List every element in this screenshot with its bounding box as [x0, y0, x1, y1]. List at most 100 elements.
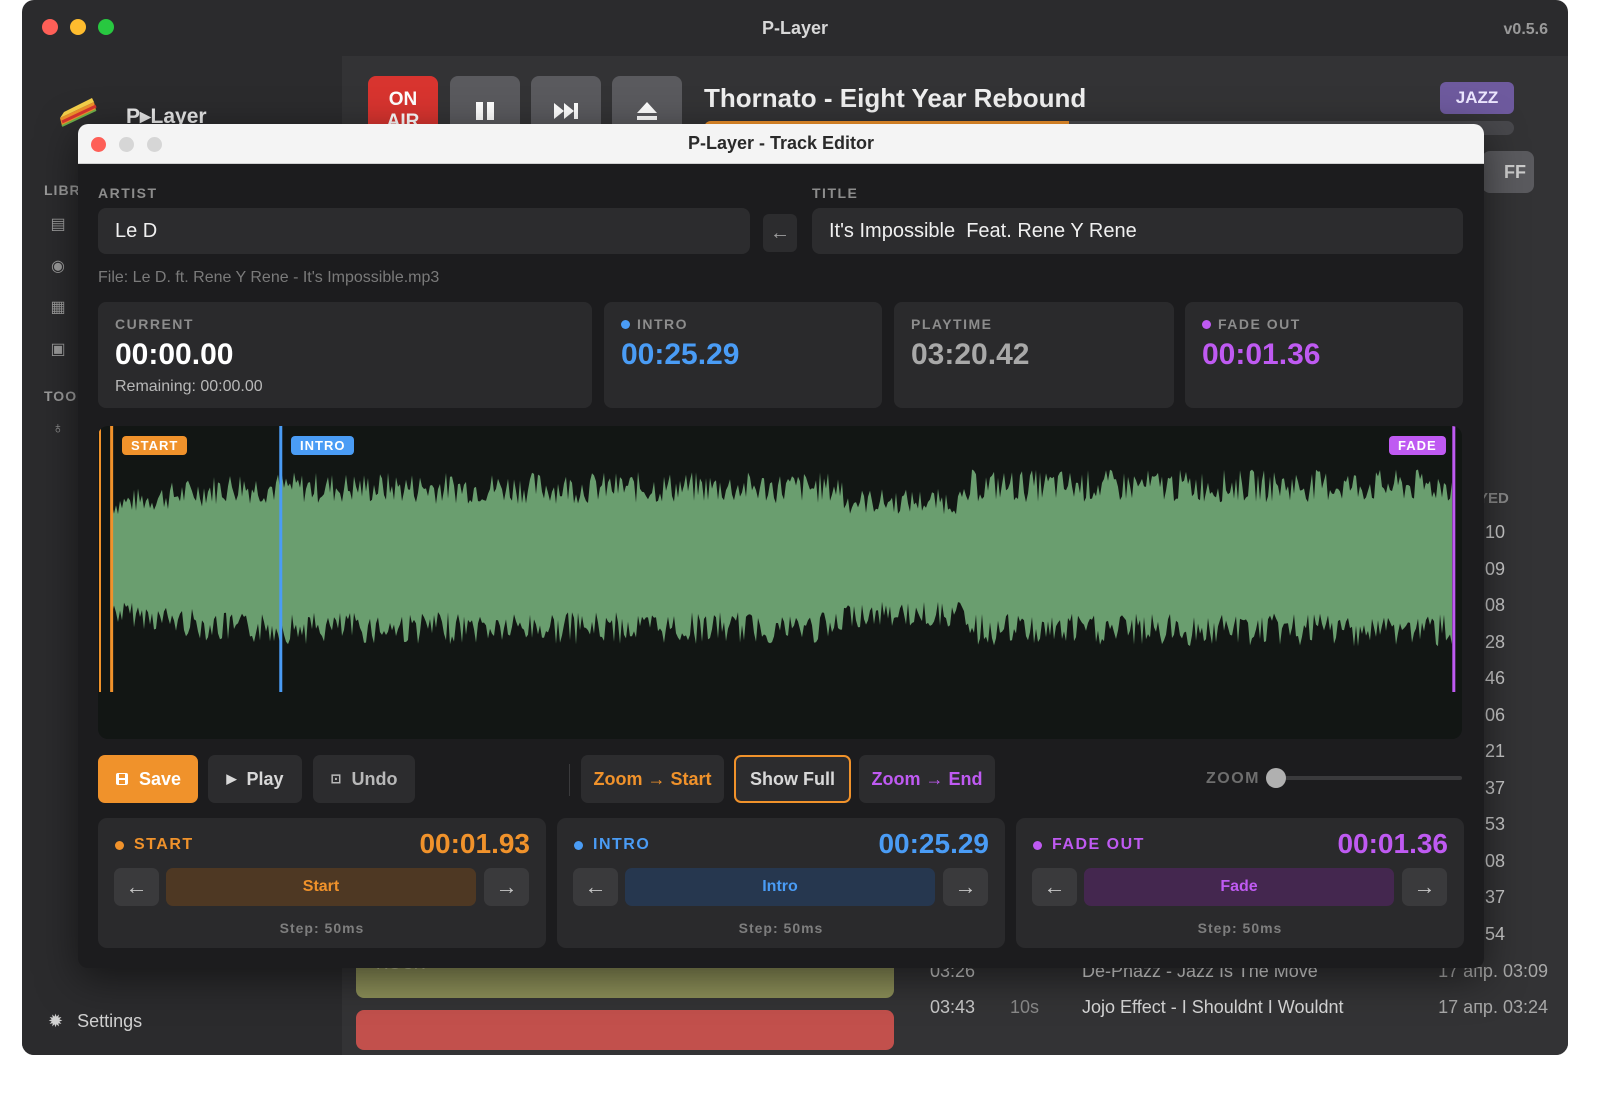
waveform-view[interactable]: START INTRO FADE: [98, 426, 1462, 739]
play-icon: ▶: [226, 771, 237, 786]
playlist-cell-track: Jojo Effect - I Shouldnt I Wouldnt: [1082, 997, 1344, 1017]
save-disk-icon[interactable]: ▣: [49, 341, 67, 359]
now-playing-title: Thornato - Eight Year Rebound: [704, 83, 1087, 113]
genre-bar-red[interactable]: [356, 1010, 894, 1050]
start-step-forward-button[interactable]: →: [484, 868, 529, 906]
playlist-row[interactable]: 03:43 10s Jojo Effect - I Shouldnt I Would…: [930, 997, 1548, 1018]
start-step-back-button[interactable]: ←: [114, 868, 159, 906]
intro-step-back-button[interactable]: ←: [573, 868, 618, 906]
set-fade-button[interactable]: Fade: [1084, 868, 1394, 906]
undo-button[interactable]: ⊡ Undo: [313, 755, 415, 803]
fade-stat-header: FADE OUT: [1202, 316, 1301, 332]
fade-step-forward-button[interactable]: →: [1402, 868, 1447, 906]
undo-label: Undo: [351, 768, 398, 789]
play-label: Play: [246, 768, 284, 789]
zoom-slider-track[interactable]: [1276, 776, 1462, 780]
intro-panel-label: INTRO: [593, 836, 651, 853]
app-title: P-Layer: [761, 18, 829, 38]
start-panel-header: START: [115, 836, 194, 854]
play-button[interactable]: ▶ Play: [208, 755, 302, 803]
artist-input[interactable]: [98, 208, 750, 254]
off-button[interactable]: FF: [1482, 151, 1534, 193]
current-label: CURRENT: [115, 316, 194, 332]
intro-panel-header: INTRO: [574, 836, 650, 854]
save-button[interactable]: Save: [98, 755, 198, 803]
gear-icon: ✹: [48, 1011, 64, 1031]
fade-step-text: Step: 50ms: [1197, 920, 1283, 936]
set-start-button[interactable]: Start: [166, 868, 476, 906]
current-value: 00:00.00: [115, 338, 234, 371]
fade-stat: FADE OUT 00:01.36: [1185, 302, 1463, 408]
start-dot-icon: [115, 840, 124, 850]
save-label: Save: [138, 768, 182, 789]
intro-stat-header: INTRO: [621, 316, 688, 332]
sidebar-section-library: LIBR: [44, 182, 81, 198]
save-icon: [115, 773, 128, 785]
start-step-text: Step: 50ms: [279, 920, 365, 936]
settings-label: Settings: [77, 1011, 143, 1031]
intro-dot-icon: [621, 319, 630, 329]
playlist-cell-intro: 10s: [1010, 997, 1040, 1017]
start-panel: START 00:01.93 ← Start → Step: 50ms: [98, 818, 546, 948]
zoom-slider-thumb[interactable]: [1266, 768, 1286, 788]
intro-marker-tag[interactable]: INTRO: [291, 436, 355, 455]
remaining-text: Remaining: 00:00.00: [115, 378, 263, 395]
playlist-cell-added: 17 апр. 03:24: [1438, 997, 1548, 1017]
calendar-icon[interactable]: ▦: [49, 299, 67, 317]
playtime-label: PLAYTIME: [911, 316, 993, 332]
editor-title: P-Layer - Track Editor: [687, 133, 875, 153]
microphone-icon[interactable]: ♁: [49, 420, 67, 438]
intro-step-forward-button[interactable]: →: [943, 868, 988, 906]
fade-dot-icon: [1202, 319, 1211, 329]
settings-button[interactable]: ✹ Settings: [48, 1011, 142, 1032]
playtime-value: 03:20.42: [911, 338, 1030, 371]
zoom-end-button[interactable]: Zoom → End: [859, 755, 995, 803]
app-version: v0.5.6: [1503, 21, 1548, 38]
intro-panel-dot-icon: [574, 840, 583, 850]
document-icon[interactable]: ▤: [49, 216, 67, 234]
track-editor-window: P-Layer - Track Editor ARTIST ← TITLE Fi…: [78, 124, 1484, 968]
skip-icon: [554, 103, 578, 119]
on-air-line1: ON: [388, 89, 418, 110]
editor-titlebar: P-Layer - Track Editor: [78, 124, 1484, 164]
controls-divider: [569, 764, 570, 796]
title-label: TITLE: [812, 185, 859, 201]
intro-stat-label: INTRO: [637, 316, 689, 332]
waveform-shape: [112, 469, 1452, 647]
title-input[interactable]: [812, 208, 1463, 254]
intro-panel: INTRO 00:25.29 ← Intro → Step: 50ms: [557, 818, 1005, 948]
eject-icon: [637, 102, 657, 120]
artist-label: ARTIST: [98, 185, 158, 201]
fade-panel-label: FADE OUT: [1052, 836, 1145, 853]
main-titlebar: P-Layer v0.5.6: [22, 0, 1568, 56]
sidebar-section-tools: TOO: [44, 388, 78, 404]
show-full-button[interactable]: Show Full: [734, 755, 851, 803]
set-intro-button[interactable]: Intro: [625, 868, 935, 906]
genre-badge: JAZZ: [1440, 82, 1514, 114]
start-panel-time: 00:01.93: [419, 828, 530, 859]
playtime-stat: PLAYTIME 03:20.42: [894, 302, 1174, 408]
intro-stat-value: 00:25.29: [621, 338, 740, 371]
fade-step-back-button[interactable]: ←: [1032, 868, 1077, 906]
start-marker-tag[interactable]: START: [122, 436, 188, 455]
fade-panel-header: FADE OUT: [1033, 836, 1145, 854]
undo-icon: ⊡: [330, 771, 342, 786]
fade-stat-value: 00:01.36: [1202, 338, 1321, 371]
zoom-label: ZOOM: [1206, 770, 1260, 787]
pause-icon: [476, 102, 494, 120]
intro-stat: INTRO 00:25.29: [604, 302, 882, 408]
start-panel-label: START: [134, 836, 194, 853]
swap-fields-button[interactable]: ←: [763, 214, 797, 252]
zoom-start-button[interactable]: Zoom → Start: [581, 755, 724, 803]
intro-step-text: Step: 50ms: [738, 920, 824, 936]
fade-panel-time: 00:01.36: [1337, 828, 1448, 859]
waveform-graphic: [99, 426, 1456, 692]
fade-panel: FADE OUT 00:01.36 ← Fade → Step: 50ms: [1016, 818, 1464, 948]
playlist-cell-duration: 03:43: [930, 997, 976, 1017]
intro-panel-time: 00:25.29: [878, 828, 989, 859]
file-path: File: Le D. ft. Rene Y Rene - It's Impos…: [98, 269, 440, 286]
fade-marker-tag[interactable]: FADE: [1389, 436, 1446, 455]
current-stat: CURRENT 00:00.00 Remaining: 00:00.00: [98, 302, 592, 408]
fade-panel-dot-icon: [1033, 840, 1042, 850]
record-icon[interactable]: ◉: [49, 258, 67, 276]
